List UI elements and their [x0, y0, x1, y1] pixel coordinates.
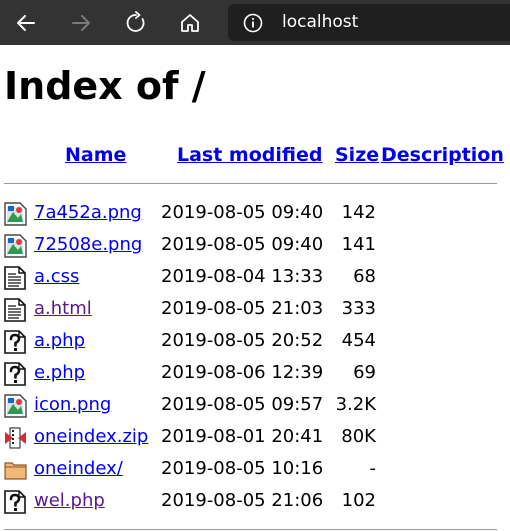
refresh-icon — [126, 11, 145, 32]
sort-by-size-link[interactable]: Size — [335, 144, 379, 166]
last-modified-cell: 2019-08-04 13:33 — [161, 266, 324, 287]
unknown-file-icon — [4, 490, 27, 514]
unknown-file-icon — [4, 330, 27, 354]
address-url[interactable]: localhost — [282, 12, 358, 32]
size-cell: 102 — [341, 490, 376, 511]
size-cell: 68 — [353, 266, 376, 287]
size-cell: - — [369, 458, 377, 479]
folder-icon — [4, 458, 27, 482]
column-header-name[interactable]: Name — [65, 144, 126, 166]
file-link[interactable]: oneindex/ — [34, 458, 123, 479]
file-row: a.html 2019-08-05 21:03 333 — [0, 294, 510, 326]
last-modified-cell: 2019-08-05 21:03 — [161, 298, 324, 319]
home-icon — [181, 14, 199, 32]
last-modified-cell: 2019-08-06 12:39 — [161, 362, 324, 383]
file-link[interactable]: 72508e.png — [34, 234, 142, 255]
image-icon — [4, 234, 27, 258]
file-row: a.css 2019-08-04 13:33 68 — [0, 262, 510, 294]
last-modified-cell: 2019-08-05 09:40 — [161, 202, 324, 223]
text-file-icon — [4, 298, 27, 322]
file-row: a.php 2019-08-05 20:52 454 — [0, 326, 510, 358]
unknown-file-icon — [4, 362, 27, 386]
file-row: e.php 2019-08-06 12:39 69 — [0, 358, 510, 390]
file-row: oneindex/2019-08-05 10:16 - — [0, 454, 510, 486]
sort-by-description-link[interactable]: Description — [381, 144, 504, 166]
size-cell: 142 — [341, 202, 376, 223]
size-cell: 80K — [341, 426, 376, 447]
size-cell: 454 — [341, 330, 376, 351]
column-header-size[interactable]: Size — [335, 144, 379, 166]
footer-divider — [4, 529, 497, 530]
last-modified-cell: 2019-08-05 09:57 — [161, 394, 324, 415]
last-modified-cell: 2019-08-05 09:40 — [161, 234, 324, 255]
file-link[interactable]: oneindex.zip — [34, 426, 148, 447]
file-row: 7a452a.png 2019-08-05 09:40 142 — [0, 198, 510, 230]
sort-by-last-modified-link[interactable]: Last modified — [177, 144, 322, 166]
address-bar[interactable]: localhost — [228, 4, 510, 41]
refresh-button[interactable] — [119, 6, 153, 40]
header-divider — [4, 183, 497, 184]
file-row: 72508e.png 2019-08-05 09:40 141 — [0, 230, 510, 262]
size-cell: 141 — [341, 234, 376, 255]
file-link[interactable]: a.css — [34, 266, 79, 287]
forward-button[interactable] — [64, 6, 98, 40]
file-link[interactable]: wel.php — [34, 490, 105, 511]
column-header-description[interactable]: Description — [381, 144, 504, 166]
size-cell: 3.2K — [335, 394, 376, 415]
image-icon — [4, 202, 27, 226]
file-row: icon.png 2019-08-05 09:57 3.2K — [0, 390, 510, 422]
column-header-last-modified[interactable]: Last modified — [177, 144, 322, 166]
size-cell: 69 — [353, 362, 376, 383]
page-title: Index of / — [4, 64, 206, 108]
file-row: wel.php 2019-08-05 21:06 102 — [0, 486, 510, 518]
text-file-icon — [4, 266, 27, 290]
size-cell: 333 — [341, 298, 376, 319]
file-link[interactable]: a.php — [34, 330, 85, 351]
file-link[interactable]: 7a452a.png — [34, 202, 142, 223]
back-arrow-icon — [17, 15, 35, 31]
last-modified-cell: 2019-08-01 20:41 — [161, 426, 324, 447]
file-link[interactable]: icon.png — [34, 394, 111, 415]
browser-toolbar: localhost — [0, 0, 510, 45]
forward-arrow-icon — [72, 15, 90, 31]
info-icon[interactable] — [242, 12, 264, 34]
sort-by-name-link[interactable]: Name — [65, 144, 126, 166]
last-modified-cell: 2019-08-05 20:52 — [161, 330, 324, 351]
home-button[interactable] — [173, 6, 207, 40]
file-link[interactable]: e.php — [34, 362, 85, 383]
back-button[interactable] — [9, 6, 43, 40]
last-modified-cell: 2019-08-05 10:16 — [161, 458, 324, 479]
file-row: oneindex.zip 2019-08-01 20:41 80K — [0, 422, 510, 454]
compressed-file-icon — [4, 426, 27, 450]
image-icon — [4, 394, 27, 418]
file-link[interactable]: a.html — [34, 298, 92, 319]
last-modified-cell: 2019-08-05 21:06 — [161, 490, 324, 511]
